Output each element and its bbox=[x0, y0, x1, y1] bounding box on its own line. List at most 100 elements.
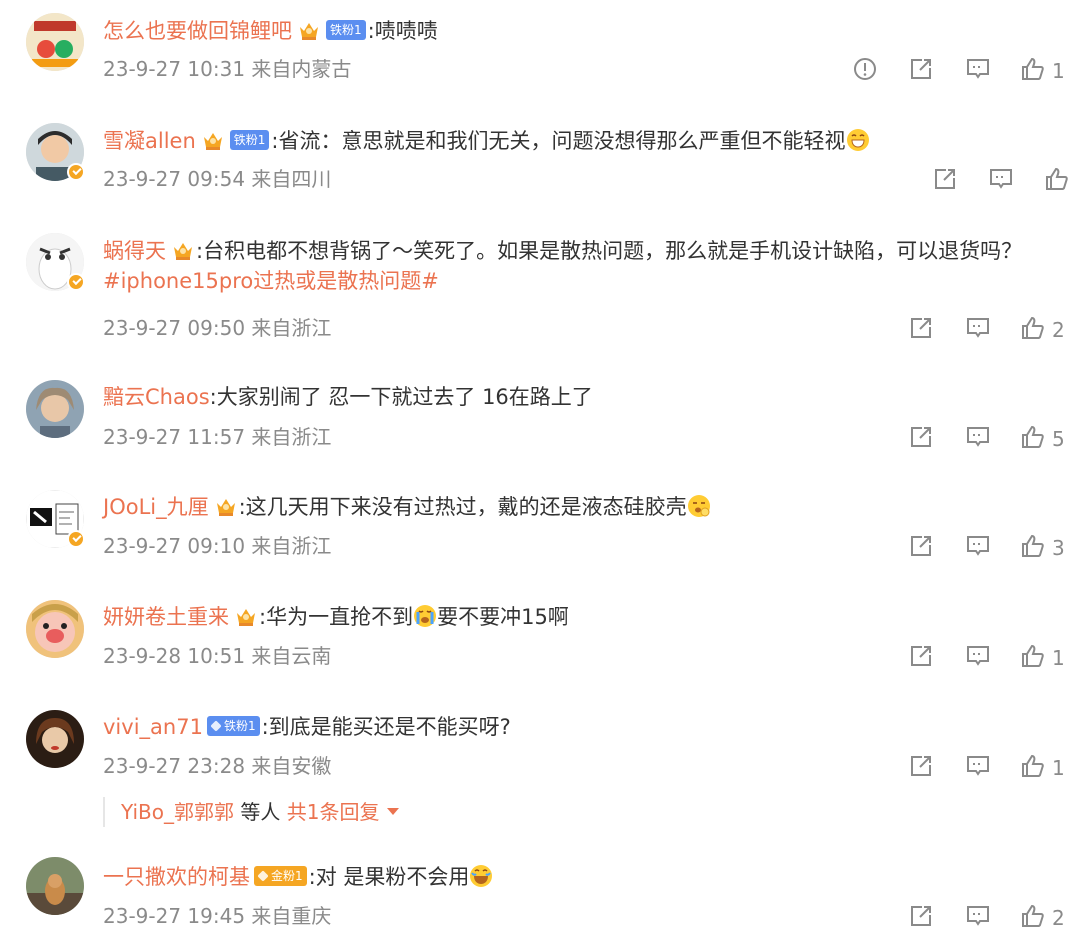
comment-icon[interactable] bbox=[965, 533, 991, 559]
like-button[interactable]: 5 bbox=[1020, 424, 1072, 451]
fan-badge-label: 铁粉1 bbox=[223, 719, 256, 733]
like-button[interactable]: 1 bbox=[1020, 753, 1072, 780]
username-link[interactable]: 一只撒欢的柯基 bbox=[103, 865, 250, 889]
username-link[interactable]: 妍妍卷土重来 bbox=[103, 605, 229, 629]
report-icon[interactable] bbox=[852, 56, 878, 82]
comment-text-line: 蜗得天 :台积电都不想背锅了～笑死了。如果是散热问题，那么就是手机设计缺陷，可以退… bbox=[103, 236, 1064, 296]
comment-text: :华为一直抢不到 bbox=[259, 605, 414, 629]
username-link[interactable]: 黯云Chaos bbox=[103, 385, 210, 409]
comment-icon[interactable] bbox=[965, 315, 991, 341]
share-icon[interactable] bbox=[908, 533, 934, 559]
like-button[interactable] bbox=[1044, 166, 1072, 192]
comment-text: :对 是果粉不会用 bbox=[308, 865, 470, 889]
comment-actions: 1 bbox=[908, 751, 1072, 781]
comment-icon[interactable] bbox=[965, 56, 991, 82]
username-link[interactable]: vivi_an71 bbox=[103, 715, 203, 739]
comment-text-line: 雪凝allen 铁粉1:省流：意思就是和我们无关，问题没想得那么严重但不能轻视 bbox=[103, 126, 1064, 156]
share-icon[interactable] bbox=[932, 166, 958, 192]
comment-actions: 2 bbox=[908, 901, 1072, 931]
like-button[interactable]: 1 bbox=[1020, 56, 1072, 83]
share-icon[interactable] bbox=[908, 643, 934, 669]
like-button[interactable]: 2 bbox=[1020, 903, 1072, 930]
verified-icon bbox=[67, 273, 85, 291]
like-button[interactable]: 2 bbox=[1020, 315, 1072, 342]
comment-actions: 5 bbox=[908, 422, 1072, 452]
crown-icon bbox=[298, 19, 320, 41]
username-link[interactable]: 怎么也要做回锦鲤吧 bbox=[103, 19, 292, 43]
like-count: 2 bbox=[1052, 318, 1065, 342]
comment-actions: 1 bbox=[852, 54, 1072, 84]
comment-text: :啧啧啧 bbox=[367, 19, 438, 43]
avatar[interactable] bbox=[26, 380, 84, 438]
share-icon[interactable] bbox=[908, 903, 934, 929]
reply-summary[interactable]: YiBo_郭郭郭 等人 共1条回复 bbox=[103, 797, 400, 827]
comment-meta: 23-9-27 10:31 来自内蒙古 bbox=[103, 57, 352, 81]
crown-icon bbox=[172, 239, 194, 261]
comment-actions: 3 bbox=[908, 531, 1072, 561]
comment-meta: 23-9-27 09:10 来自浙江 bbox=[103, 534, 332, 558]
comment-text: :省流：意思就是和我们无关，问题没想得那么严重但不能轻视 bbox=[271, 129, 846, 153]
view-replies-link[interactable]: 共1条回复 bbox=[287, 800, 380, 824]
cry-emoji-icon bbox=[413, 604, 438, 628]
share-icon[interactable] bbox=[908, 56, 934, 82]
avatar[interactable] bbox=[26, 710, 84, 768]
comment-icon[interactable] bbox=[988, 166, 1014, 192]
verified-icon bbox=[67, 530, 85, 548]
comment-icon[interactable] bbox=[965, 643, 991, 669]
yawn-emoji-icon bbox=[686, 494, 711, 518]
like-count: 2 bbox=[1052, 906, 1065, 930]
diamond-icon bbox=[257, 869, 269, 882]
share-icon[interactable] bbox=[908, 753, 934, 779]
comment-meta: 23-9-27 09:50 来自浙江 bbox=[103, 316, 332, 340]
comment-meta: 23-9-27 09:54 来自四川 bbox=[103, 167, 332, 191]
comment-text-line: 妍妍卷土重来 :华为一直抢不到 要不要冲15啊 bbox=[103, 602, 1064, 632]
comment-icon[interactable] bbox=[965, 424, 991, 450]
comment-actions: 1 bbox=[908, 641, 1072, 671]
grin-emoji-icon bbox=[845, 128, 870, 152]
fan-badge[interactable]: 铁粉1 bbox=[326, 20, 366, 40]
comment-actions bbox=[932, 164, 1072, 194]
comment-text-line: JOoLi_九厘 :这几天用下来没有过热过，戴的还是液态硅胶壳 bbox=[103, 492, 1064, 522]
share-icon[interactable] bbox=[908, 315, 934, 341]
share-icon[interactable] bbox=[908, 424, 934, 450]
avatar[interactable] bbox=[26, 600, 84, 658]
comment-text: :到底是能买还是不能买呀? bbox=[261, 715, 511, 739]
crown-icon bbox=[215, 495, 237, 517]
comment-text: :这几天用下来没有过热过，戴的还是液态硅胶壳 bbox=[238, 495, 687, 519]
reply-suffix: 等人 bbox=[234, 800, 287, 824]
comment-actions: 2 bbox=[908, 313, 1072, 343]
verified-icon bbox=[67, 163, 85, 181]
like-button[interactable]: 3 bbox=[1020, 533, 1072, 560]
fan-badge[interactable]: 铁粉1 bbox=[229, 130, 270, 150]
comment-icon[interactable] bbox=[965, 753, 991, 779]
topic-link[interactable]: #iphone15pro过热或是散热问题# bbox=[103, 269, 439, 293]
comment-text-line: 怎么也要做回锦鲤吧 铁粉1:啧啧啧 bbox=[103, 16, 1064, 46]
avatar[interactable] bbox=[26, 13, 84, 71]
username-link[interactable]: JOoLi_九厘 bbox=[103, 495, 209, 519]
like-count: 1 bbox=[1052, 59, 1065, 83]
crown-icon bbox=[235, 605, 257, 627]
comment-text-cont: 要不要冲15啊 bbox=[437, 605, 569, 629]
diamond-icon bbox=[210, 719, 222, 732]
like-count: 3 bbox=[1052, 536, 1065, 560]
crown-icon bbox=[202, 129, 224, 151]
laugh-emoji-icon bbox=[469, 864, 494, 888]
comment-text: :台积电都不想背锅了～笑死了。如果是散热问题，那么就是手机设计缺陷，可以退货吗？ bbox=[196, 239, 1023, 263]
username-link[interactable]: 雪凝allen bbox=[103, 129, 196, 153]
comment-meta: 23-9-27 23:28 来自安徽 bbox=[103, 754, 332, 778]
comment-meta: 23-9-28 10:51 来自云南 bbox=[103, 644, 332, 668]
comment-meta: 23-9-27 11:57 来自浙江 bbox=[103, 425, 332, 449]
comment-text-line: vivi_an71 铁粉1 :到底是能买还是不能买呀? bbox=[103, 712, 1064, 742]
like-count: 5 bbox=[1052, 427, 1065, 451]
username-link[interactable]: 蜗得天 bbox=[103, 239, 166, 263]
fan-badge[interactable]: 铁粉1 bbox=[206, 716, 260, 736]
comment-text-line: 一只撒欢的柯基 金粉1 :对 是果粉不会用 bbox=[103, 862, 1064, 892]
avatar[interactable] bbox=[26, 857, 84, 915]
comment-text: :大家别闹了 忍一下就过去了 16在路上了 bbox=[209, 385, 593, 409]
fan-badge[interactable]: 金粉1 bbox=[254, 866, 307, 886]
fan-badge-label: 金粉1 bbox=[271, 869, 303, 883]
comment-icon[interactable] bbox=[965, 903, 991, 929]
like-count: 1 bbox=[1052, 756, 1065, 780]
reply-username-link[interactable]: YiBo_郭郭郭 bbox=[121, 800, 234, 824]
like-button[interactable]: 1 bbox=[1020, 643, 1072, 670]
